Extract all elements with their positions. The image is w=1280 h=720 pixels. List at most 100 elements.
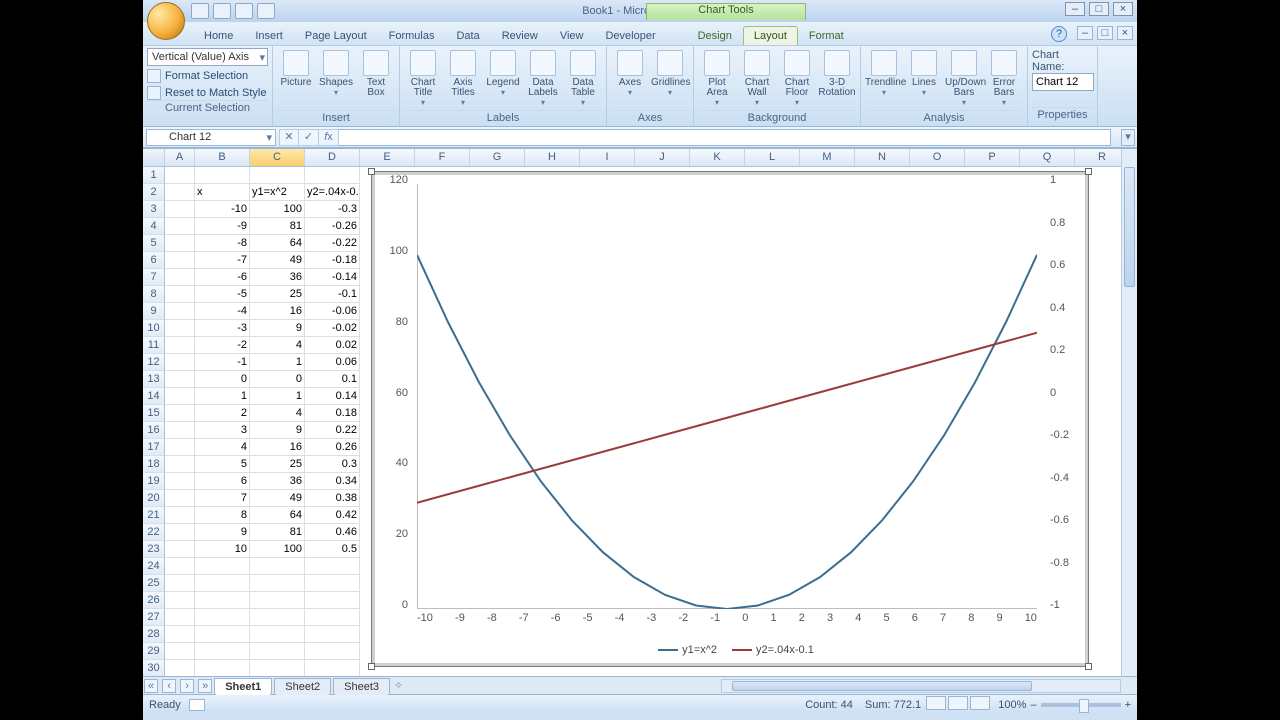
cell[interactable]: 0.26: [305, 439, 360, 456]
cell[interactable]: -10: [195, 201, 250, 218]
redo-icon[interactable]: [235, 3, 253, 19]
cell[interactable]: [165, 201, 195, 218]
cell[interactable]: 4: [250, 337, 305, 354]
cell[interactable]: -6: [195, 269, 250, 286]
sheet-nav-last-icon[interactable]: »: [198, 679, 212, 693]
save-icon[interactable]: [191, 3, 209, 19]
row-header[interactable]: 6: [143, 252, 165, 269]
chart-legend[interactable]: y1=x^2 y2=.04x-0.1: [372, 644, 1088, 656]
sheet-tab-2[interactable]: Sheet2: [274, 678, 331, 695]
cell[interactable]: [305, 609, 360, 626]
row-header[interactable]: 10: [143, 320, 165, 337]
cell[interactable]: [195, 575, 250, 592]
column-header-D[interactable]: D: [305, 149, 360, 166]
chart-resize-handle[interactable]: [368, 168, 375, 175]
embedded-chart[interactable]: 020406080100120 10.80.60.40.20-0.2-0.4-0…: [371, 171, 1089, 667]
cell[interactable]: [305, 660, 360, 676]
cell[interactable]: 0.5: [305, 541, 360, 558]
chart-resize-handle[interactable]: [1085, 168, 1092, 175]
zoom-slider[interactable]: [1041, 703, 1121, 707]
cell[interactable]: 16: [250, 303, 305, 320]
cell[interactable]: -0.26: [305, 218, 360, 235]
tab-formulas[interactable]: Formulas: [378, 26, 446, 45]
column-header-N[interactable]: N: [855, 149, 910, 166]
cell[interactable]: [195, 643, 250, 660]
tab-developer[interactable]: Developer: [594, 26, 666, 45]
text-box-button[interactable]: Text Box: [357, 48, 395, 98]
cell[interactable]: y1=x^2: [250, 184, 305, 201]
cell[interactable]: 64: [250, 235, 305, 252]
tab-data[interactable]: Data: [445, 26, 490, 45]
cell[interactable]: 100: [250, 541, 305, 558]
cell[interactable]: 1: [250, 354, 305, 371]
cell[interactable]: 81: [250, 524, 305, 541]
tab-insert[interactable]: Insert: [244, 26, 294, 45]
row-header[interactable]: 17: [143, 439, 165, 456]
column-header-L[interactable]: L: [745, 149, 800, 166]
cell[interactable]: 2: [195, 405, 250, 422]
plot-area-button[interactable]: Plot Area: [698, 48, 736, 108]
cell[interactable]: [250, 558, 305, 575]
cell[interactable]: 0: [195, 371, 250, 388]
cell[interactable]: 0.3: [305, 456, 360, 473]
chart-title-button[interactable]: Chart Title: [404, 48, 442, 108]
cell[interactable]: -0.3: [305, 201, 360, 218]
cell[interactable]: [250, 592, 305, 609]
cell[interactable]: -0.06: [305, 303, 360, 320]
legend-button[interactable]: Legend: [484, 48, 522, 98]
zoom-level[interactable]: 100%: [998, 699, 1026, 711]
cell[interactable]: 81: [250, 218, 305, 235]
cell[interactable]: [250, 575, 305, 592]
cell[interactable]: 25: [250, 286, 305, 303]
cell[interactable]: 36: [250, 473, 305, 490]
cell[interactable]: -7: [195, 252, 250, 269]
worksheet-grid[interactable]: ABCDEFGHIJKLMNOPQR 12xy1=x^2y2=.04x-0.13…: [143, 148, 1137, 676]
help-icon[interactable]: ?: [1051, 26, 1067, 42]
cell[interactable]: 8: [195, 507, 250, 524]
error-bars-button[interactable]: Error Bars: [985, 48, 1023, 108]
cell[interactable]: 5: [195, 456, 250, 473]
cell[interactable]: [165, 354, 195, 371]
cell[interactable]: 49: [250, 252, 305, 269]
cell[interactable]: [165, 558, 195, 575]
row-header[interactable]: 7: [143, 269, 165, 286]
cell[interactable]: [250, 643, 305, 660]
cell[interactable]: [195, 609, 250, 626]
row-header[interactable]: 14: [143, 388, 165, 405]
cell[interactable]: 7: [195, 490, 250, 507]
cell[interactable]: -3: [195, 320, 250, 337]
cell[interactable]: -0.18: [305, 252, 360, 269]
cell[interactable]: [195, 660, 250, 676]
cell[interactable]: 9: [195, 524, 250, 541]
horizontal-scrollbar[interactable]: [721, 679, 1121, 693]
row-header[interactable]: 28: [143, 626, 165, 643]
fx-icon[interactable]: fx: [319, 129, 339, 146]
format-selection-button[interactable]: Format Selection: [147, 69, 268, 83]
cell[interactable]: [165, 592, 195, 609]
cell[interactable]: -5: [195, 286, 250, 303]
cell[interactable]: [165, 218, 195, 235]
cell[interactable]: 0.18: [305, 405, 360, 422]
cell[interactable]: [165, 609, 195, 626]
minimize-button[interactable]: –: [1065, 2, 1085, 16]
formula-input[interactable]: [339, 129, 1111, 146]
cell[interactable]: 0.46: [305, 524, 360, 541]
scrollbar-thumb[interactable]: [1124, 167, 1135, 287]
lines-button[interactable]: Lines: [905, 48, 943, 98]
cell[interactable]: 1: [250, 388, 305, 405]
chart-resize-handle[interactable]: [368, 663, 375, 670]
cell[interactable]: 10: [195, 541, 250, 558]
undo-icon[interactable]: [213, 3, 231, 19]
doc-minimize-button[interactable]: –: [1077, 26, 1093, 40]
data-table-button[interactable]: Data Table: [564, 48, 602, 108]
column-header-K[interactable]: K: [690, 149, 745, 166]
chart-floor-button[interactable]: Chart Floor: [778, 48, 816, 108]
cell[interactable]: 0.02: [305, 337, 360, 354]
cell[interactable]: [165, 490, 195, 507]
cell[interactable]: -1: [195, 354, 250, 371]
cell[interactable]: [195, 558, 250, 575]
doc-restore-button[interactable]: □: [1097, 26, 1113, 40]
cell[interactable]: 0.22: [305, 422, 360, 439]
normal-view-icon[interactable]: [926, 696, 946, 710]
cell[interactable]: [305, 626, 360, 643]
